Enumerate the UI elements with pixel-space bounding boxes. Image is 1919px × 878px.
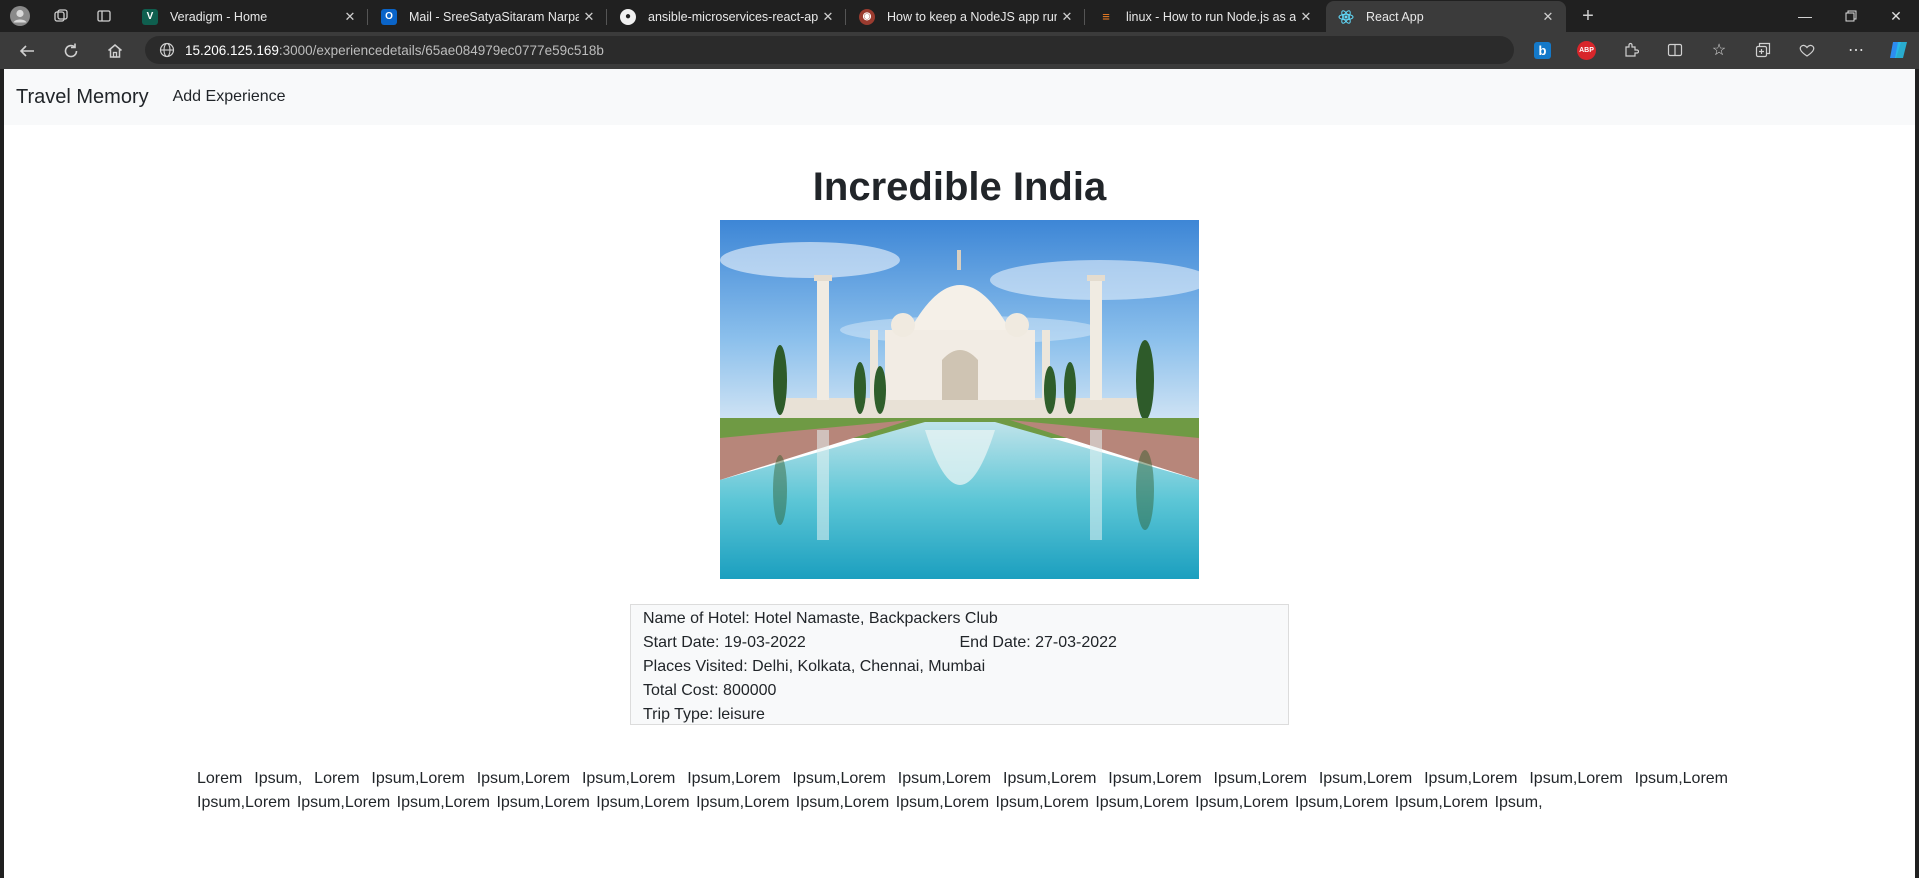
back-arrow-icon[interactable]: [14, 40, 40, 62]
site-info-icon[interactable]: [159, 42, 175, 58]
collections-icon[interactable]: [1753, 40, 1773, 60]
dates-row: Start Date: 19-03-2022 End Date: 27-03-2…: [643, 631, 1276, 655]
url-host: 15.206.125.169: [185, 42, 279, 58]
restore-icon[interactable]: [1828, 0, 1874, 32]
end-date-value: 27-03-2022: [1035, 634, 1117, 651]
github-favicon-icon: ●: [620, 8, 636, 25]
navbar: Travel Memory Add Experience: [4, 69, 1915, 125]
cost-row: Total Cost: 800000: [643, 679, 1276, 703]
trip-type-row: Trip Type: leisure: [643, 703, 1276, 727]
tab-title: ansible-microservices-react-app/: [648, 9, 818, 24]
end-date: End Date: 27-03-2022: [960, 631, 1277, 655]
browser-toolbar: 15.206.125.169:3000/experiencedetails/65…: [0, 32, 1919, 69]
blog-favicon-icon: ◉: [859, 8, 875, 25]
veradigm-favicon-icon: V: [142, 8, 158, 25]
tab-actions-icon[interactable]: [93, 6, 115, 26]
hotel-row: Name of Hotel: Hotel Namaste, Backpacker…: [643, 607, 1276, 631]
more-icon[interactable]: ⋯: [1846, 40, 1866, 60]
address-bar[interactable]: 15.206.125.169:3000/experiencedetails/65…: [145, 36, 1514, 64]
tab-title: linux - How to run Node.js as a b: [1126, 9, 1296, 24]
start-date-label: Start Date:: [643, 634, 720, 651]
tab-separator: [367, 9, 368, 25]
taj-mahal-image: [720, 220, 1199, 579]
tab-mail[interactable]: O Mail - SreeSatyaSitaram Narpare ✕: [369, 1, 607, 32]
hotel-label: Name of Hotel:: [643, 610, 750, 627]
browser-tab-bar: V Veradigm - Home ✕ O Mail - SreeSatyaSi…: [0, 0, 1919, 32]
favorites-icon[interactable]: ☆: [1709, 40, 1729, 60]
profile-avatar-icon[interactable]: [8, 4, 32, 28]
close-tab-icon[interactable]: ✕: [1296, 9, 1316, 25]
refresh-icon[interactable]: [58, 40, 84, 62]
tab-title: Mail - SreeSatyaSitaram Narpare: [409, 9, 579, 24]
react-favicon-icon: [1338, 9, 1354, 25]
close-tab-icon[interactable]: ✕: [1538, 9, 1558, 25]
experience-description: Lorem Ipsum, Lorem Ipsum,Lorem Ipsum,Lor…: [197, 770, 1728, 811]
places-label: Places Visited:: [643, 658, 748, 675]
tab-title: How to keep a NodeJS app runn: [887, 9, 1057, 24]
tab-veradigm[interactable]: V Veradigm - Home ✕: [130, 1, 368, 32]
performance-icon[interactable]: [1797, 40, 1817, 60]
tab-separator: [1084, 9, 1085, 25]
tab-separator: [845, 9, 846, 25]
stackoverflow-favicon-icon: ≡: [1102, 9, 1110, 24]
minimize-icon[interactable]: —: [1782, 0, 1828, 32]
experience-details-card: Name of Hotel: Hotel Namaste, Backpacker…: [630, 604, 1289, 725]
close-tab-icon[interactable]: ✕: [818, 9, 838, 25]
hotel-value: Hotel Namaste, Backpackers Club: [754, 610, 998, 627]
places-value: Delhi, Kolkata, Chennai, Mumbai: [752, 658, 986, 675]
close-tab-icon[interactable]: ✕: [1057, 9, 1077, 25]
copilot-icon[interactable]: [1887, 40, 1911, 60]
page-viewport: Travel Memory Add Experience Incredible …: [4, 69, 1915, 878]
trip-type-label: Trip Type:: [643, 706, 714, 723]
tab-title: Veradigm - Home: [170, 9, 268, 24]
new-tab-icon[interactable]: +: [1575, 4, 1601, 28]
tab-stackoverflow[interactable]: ≡ linux - How to run Node.js as a b ✕: [1086, 1, 1324, 32]
outlook-favicon-icon: O: [381, 8, 397, 25]
tab-title: React App: [1366, 9, 1424, 24]
adblock-icon[interactable]: ABP: [1577, 41, 1596, 60]
nav-link-add-experience[interactable]: Add Experience: [173, 88, 286, 106]
url-path: :3000/experiencedetails/65ae084979ec0777…: [278, 42, 604, 58]
extensions-icon[interactable]: [1621, 40, 1641, 60]
places-row: Places Visited: Delhi, Kolkata, Chennai,…: [643, 655, 1276, 679]
experience-photo: [720, 220, 1199, 579]
split-screen-icon[interactable]: [1665, 40, 1685, 60]
bing-icon[interactable]: b: [1534, 42, 1551, 59]
brand-link[interactable]: Travel Memory: [16, 86, 149, 109]
tab-github[interactable]: ● ansible-microservices-react-app/ ✕: [608, 1, 846, 32]
workspaces-icon[interactable]: [50, 6, 72, 26]
tab-react-app[interactable]: React App ✕: [1326, 1, 1566, 32]
start-date-value: 19-03-2022: [723, 634, 806, 651]
cost-value: 800000: [723, 682, 777, 699]
tab-separator: [606, 9, 607, 25]
start-date: Start Date: 19-03-2022: [643, 631, 960, 655]
close-tab-icon[interactable]: ✕: [579, 9, 599, 25]
end-date-label: End Date:: [959, 634, 1031, 651]
experience-title: Incredible India: [812, 165, 1107, 209]
cost-label: Total Cost:: [643, 682, 719, 699]
close-window-icon[interactable]: ✕: [1873, 0, 1919, 32]
tab-nodejs-keep[interactable]: ◉ How to keep a NodeJS app runn ✕: [847, 1, 1085, 32]
home-icon[interactable]: [102, 40, 128, 62]
close-tab-icon[interactable]: ✕: [340, 9, 360, 25]
trip-type-value: leisure: [717, 706, 765, 723]
